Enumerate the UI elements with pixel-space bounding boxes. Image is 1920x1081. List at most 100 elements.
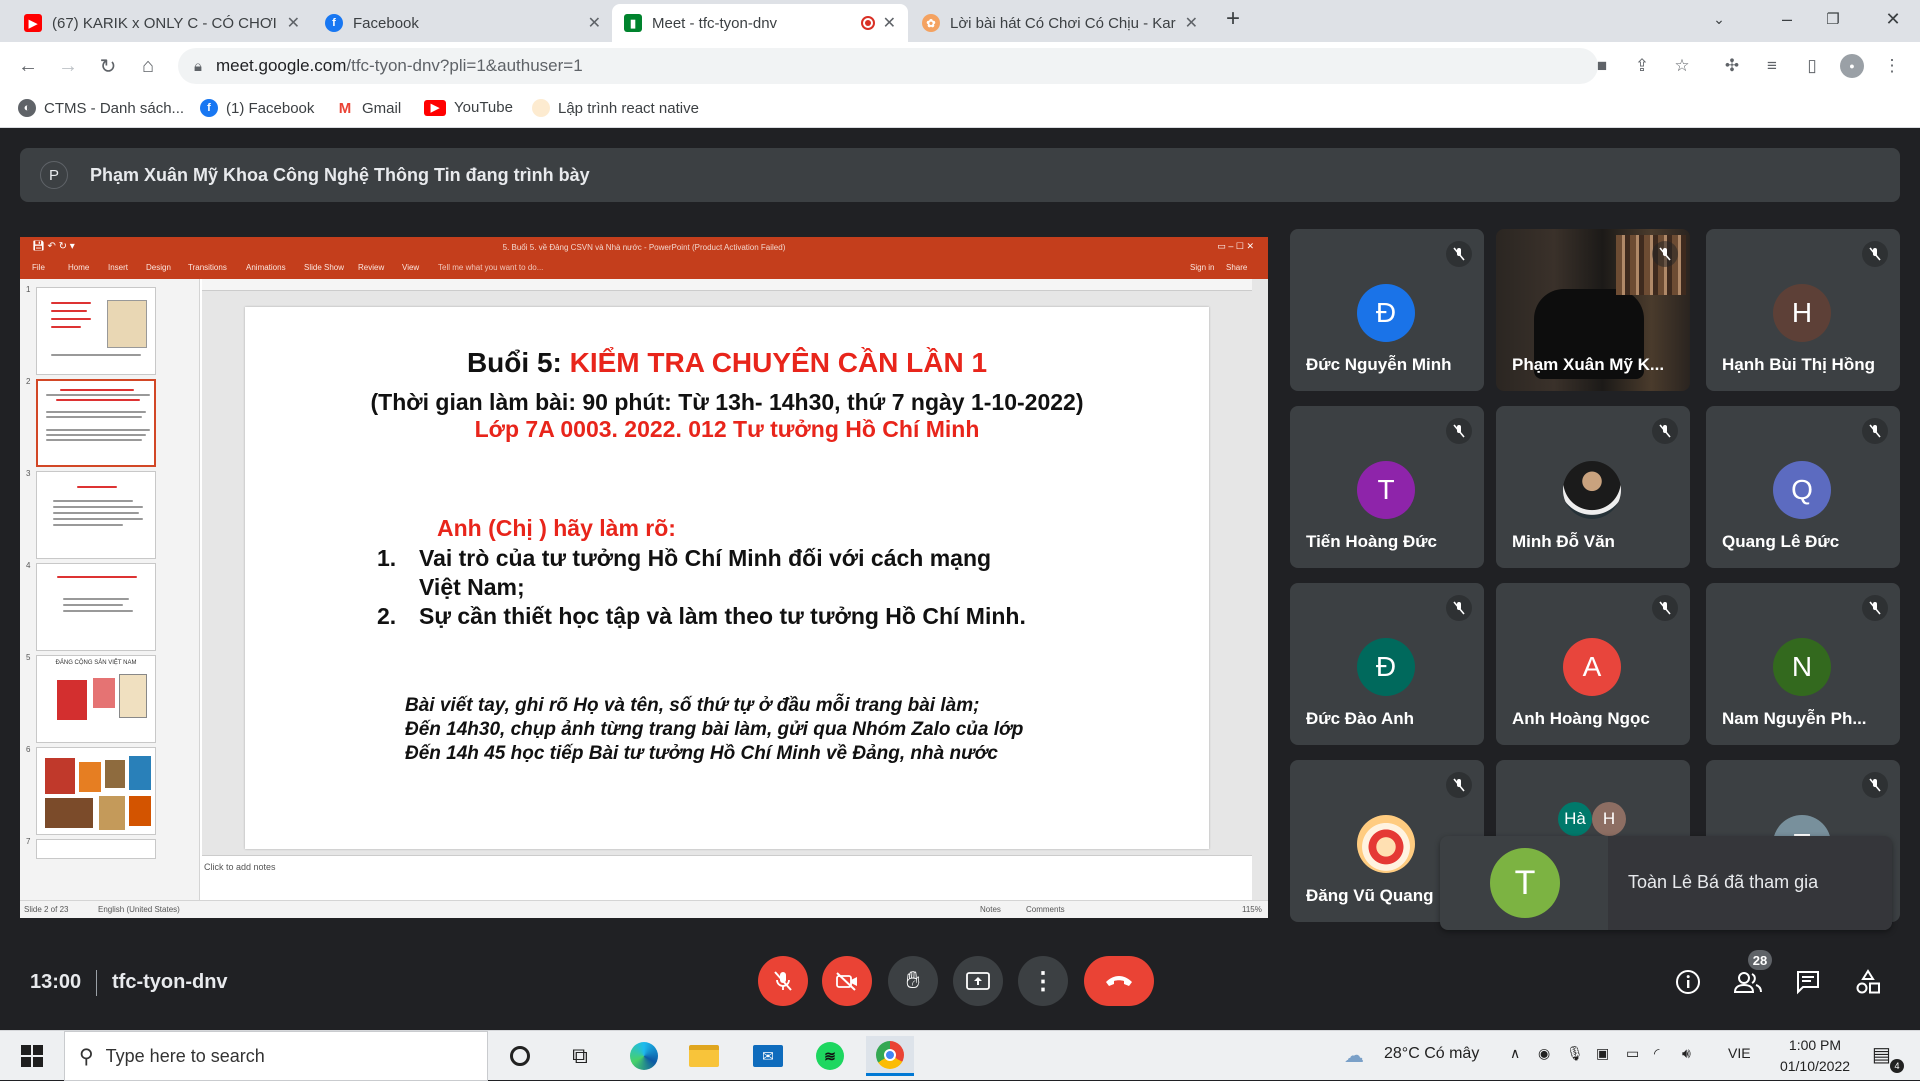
- close-tab-icon[interactable]: ✕: [1185, 13, 1198, 33]
- participant-avatar: Q: [1773, 461, 1831, 519]
- wifi-icon[interactable]: ◜: [1654, 1045, 1659, 1062]
- participant-tile[interactable]: Đ Đức Đào Anh: [1290, 583, 1484, 745]
- bookmark-ctms[interactable]: ◐ CTMS - Danh sách...: [18, 99, 184, 117]
- ppt-share: Share: [1226, 263, 1248, 272]
- mic-off-icon: [1862, 772, 1888, 798]
- status-zoom: 115%: [1242, 905, 1262, 914]
- slide-note-line: Đến 14h 45 học tiếp Bài tư tưởng Hồ Chí …: [405, 743, 998, 764]
- browser-tab-youtube[interactable]: ▶ (67) KARIK x ONLY C - CÓ CHƠI C ✕: [12, 4, 312, 42]
- shared-screen: 💾︎ ↶ ↻ ▾ 5. Buổi 5. về Đảng CSVN và Nhà …: [20, 237, 1268, 918]
- participant-avatar: Đ: [1357, 638, 1415, 696]
- mic-off-icon: [1446, 418, 1472, 444]
- mail-icon: ✉: [753, 1045, 783, 1067]
- input-language[interactable]: VIE: [1728, 1045, 1751, 1061]
- task-view-icon: ⧉: [572, 1043, 588, 1068]
- close-tab-icon[interactable]: ✕: [588, 13, 601, 33]
- participant-avatar: N: [1773, 638, 1831, 696]
- camera-toggle-button[interactable]: [822, 956, 872, 1006]
- browser-tab-meet[interactable]: ▮ Meet - tfc-tyon-dnv ✕: [612, 4, 908, 42]
- participant-tile[interactable]: N Nam Nguyễn Ph...: [1706, 583, 1900, 745]
- taskbar-chrome[interactable]: [866, 1036, 914, 1076]
- taskbar-edge[interactable]: [620, 1036, 668, 1076]
- minimize-icon[interactable]: –: [1764, 0, 1810, 38]
- activities-button[interactable]: [1850, 964, 1886, 1000]
- portrait-image: [119, 674, 147, 718]
- back-icon[interactable]: ←: [12, 50, 44, 82]
- more-options-button[interactable]: ⋮: [1018, 956, 1068, 1006]
- meeting-details-button[interactable]: [1670, 964, 1706, 1000]
- home-icon[interactable]: ⌂: [132, 50, 164, 82]
- battery-icon[interactable]: ▭: [1626, 1045, 1639, 1062]
- meet-stage: P Phạm Xuân Mỹ Khoa Công Nghệ Thông Tin …: [0, 128, 1920, 1030]
- weather-text[interactable]: 28°C Có mây: [1384, 1045, 1479, 1063]
- ppt-slide-thumbnails: 1 2 3 4 5 ĐẢNG CỘNG SẢN VIỆT NAM 6 7: [20, 279, 200, 900]
- tray-app-icon[interactable]: ▣: [1596, 1045, 1609, 1062]
- hang-up-icon: [1106, 976, 1132, 986]
- slide-title-highlight: KIỂM TRA CHUYÊN CẦN LẦN 1: [569, 347, 988, 378]
- bookmark-gmail[interactable]: M Gmail: [336, 99, 401, 117]
- book-image: [93, 678, 115, 708]
- browser-tab-lyrics[interactable]: ✿ Lời bài hát Có Chơi Có Chịu - Kar ✕: [910, 4, 1210, 42]
- camera-in-use-icon[interactable]: ■: [1590, 54, 1614, 78]
- close-window-icon[interactable]: ✕: [1870, 0, 1916, 38]
- participant-tile[interactable]: Q Quang Lê Đức: [1706, 406, 1900, 568]
- participant-tile[interactable]: Minh Đỗ Văn: [1496, 406, 1690, 568]
- notifications-icon[interactable]: ▤: [1872, 1042, 1891, 1067]
- restore-icon[interactable]: ❐: [1810, 0, 1856, 38]
- taskbar-spotify[interactable]: ≋: [806, 1036, 854, 1076]
- task-view-button[interactable]: ⧉: [556, 1036, 604, 1076]
- extensions-icon[interactable]: ✣: [1720, 54, 1744, 78]
- side-panel-icon[interactable]: ▯: [1800, 54, 1824, 78]
- leave-call-button[interactable]: [1084, 956, 1154, 1006]
- presenter-banner-text: Phạm Xuân Mỹ Khoa Công Nghệ Thông Tin đa…: [90, 164, 590, 185]
- taskbar-mail[interactable]: ✉: [744, 1036, 792, 1076]
- taskbar-time[interactable]: 1:00 PM: [1770, 1037, 1860, 1053]
- bookmark-youtube[interactable]: ▶ YouTube: [424, 99, 513, 116]
- tray-expand-icon[interactable]: ∧: [1510, 1045, 1520, 1062]
- volume-icon[interactable]: 🔊︎: [1682, 1045, 1691, 1062]
- taskbar-search[interactable]: ⚲ Type here to search: [64, 1031, 488, 1081]
- ribbon-tab-review: Review: [358, 263, 385, 272]
- bookmark-facebook[interactable]: f (1) Facebook: [200, 99, 314, 117]
- raise-hand-button[interactable]: ✋︎: [888, 956, 938, 1006]
- slide-note-line: Bài viết tay, ghi rõ Họ và tên, số thứ t…: [405, 695, 980, 716]
- slide-thumbnail-6: [36, 747, 156, 835]
- participant-tile[interactable]: Đ Đức Nguyễn Minh: [1290, 229, 1484, 391]
- chat-button[interactable]: [1790, 964, 1826, 1000]
- mic-off-icon: [1652, 595, 1678, 621]
- webcam-in-use-icon[interactable]: ◉: [1538, 1045, 1550, 1062]
- ppt-edit-area: Buổi 5: KIỂM TRA CHUYÊN CẦN LẦN 1 (Thời …: [202, 279, 1268, 900]
- browser-menu-icon[interactable]: ⋮: [1880, 54, 1904, 78]
- reload-icon[interactable]: ↻: [92, 50, 124, 82]
- taskbar-date[interactable]: 01/10/2022: [1770, 1058, 1860, 1074]
- start-button[interactable]: [8, 1036, 56, 1076]
- participant-tile[interactable]: Phạm Xuân Mỹ K...: [1496, 229, 1690, 391]
- ppt-status-bar: Slide 2 of 23 English (United States) No…: [20, 900, 1268, 918]
- slide-item-text: Vai trò của tư tưởng Hồ Chí Minh đối với…: [419, 545, 992, 571]
- close-tab-icon[interactable]: ✕: [883, 13, 896, 33]
- close-tab-icon[interactable]: ✕: [287, 13, 300, 33]
- profile-avatar[interactable]: ●: [1840, 54, 1864, 78]
- participant-tile[interactable]: H Hạnh Bùi Thị Hồng: [1706, 229, 1900, 391]
- participant-tile[interactable]: A Anh Hoàng Ngọc: [1496, 583, 1690, 745]
- people-button[interactable]: 28: [1730, 950, 1772, 1000]
- slide-time-line: (Thời gian làm bài: 90 phút: Từ 13h- 14h…: [370, 389, 1084, 415]
- new-tab-icon[interactable]: +: [1210, 0, 1256, 38]
- taskbar-file-explorer[interactable]: [680, 1036, 728, 1076]
- ppt-ribbon-tabs: File Home Insert Design Transitions Anim…: [20, 257, 1268, 279]
- address-bar[interactable]: 🔒︎ meet.google.com/tfc-tyon-dnv?pli=1&au…: [178, 48, 1598, 84]
- cortana-button[interactable]: [496, 1036, 544, 1076]
- browser-tab-facebook[interactable]: f Facebook ✕: [313, 4, 613, 42]
- share-page-icon[interactable]: ⇪: [1630, 54, 1654, 78]
- present-now-button[interactable]: [953, 956, 1003, 1006]
- bookmark-react-native[interactable]: Lập trình react native: [532, 99, 699, 117]
- media-controls-icon[interactable]: ≡: [1760, 54, 1784, 78]
- forward-icon[interactable]: →: [52, 50, 84, 82]
- microphone-icon[interactable]: 🎙︎: [1566, 1045, 1584, 1062]
- participant-tile[interactable]: T Tiến Hoàng Đức: [1290, 406, 1484, 568]
- bookmark-star-icon[interactable]: ☆: [1670, 54, 1694, 78]
- slide-number: 7: [26, 837, 31, 846]
- tab-search-icon[interactable]: ⌄: [1696, 0, 1742, 38]
- party-flag-image: [57, 680, 87, 720]
- mic-toggle-button[interactable]: [758, 956, 808, 1006]
